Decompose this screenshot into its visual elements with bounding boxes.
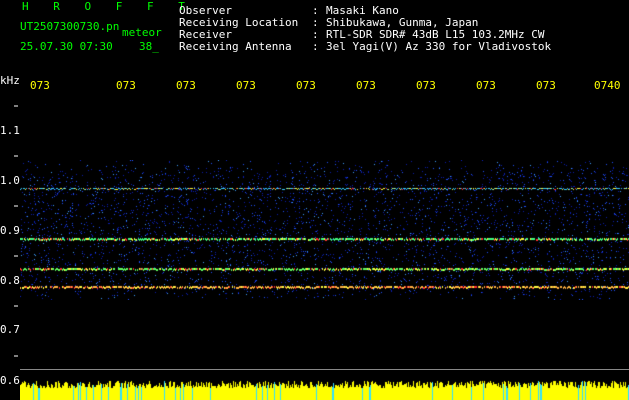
frequency-tick-marks: [14, 105, 18, 357]
spectrogram-waterfall: [20, 160, 629, 300]
time-label: 073: [236, 79, 256, 92]
meta-label: Receiving Antenna: [179, 40, 292, 53]
time-label: 0740: [594, 79, 621, 92]
time-label: 073: [476, 79, 496, 92]
brand-title: H R O F F T: [22, 0, 194, 13]
time-label: 073: [176, 79, 196, 92]
time-label: 073: [296, 79, 316, 92]
hrofft-display: H R O F F T UT2507300730.pn meteor 25.07…: [0, 0, 629, 400]
meteor-count: 38_: [139, 40, 159, 53]
time-label: 073: [116, 79, 136, 92]
spectrogram-baseline: [20, 369, 629, 370]
signal-level-strip: [20, 380, 629, 400]
time-label: 073: [536, 79, 556, 92]
header-info: H R O F F T UT2507300730.pn meteor 25.07…: [0, 0, 185, 60]
filename-label: UT2507300730.pn: [20, 20, 120, 33]
time-label: 073: [416, 79, 436, 92]
datetime-label: 25.07.30 07:30: [20, 40, 113, 53]
meteor-label: meteor: [122, 26, 162, 39]
meta-separator: :: [312, 40, 319, 53]
meta-value: 3el Yagi(V) Az 330 for Vladivostok: [326, 40, 552, 53]
time-label: 073: [30, 79, 50, 92]
time-label: 073: [356, 79, 376, 92]
